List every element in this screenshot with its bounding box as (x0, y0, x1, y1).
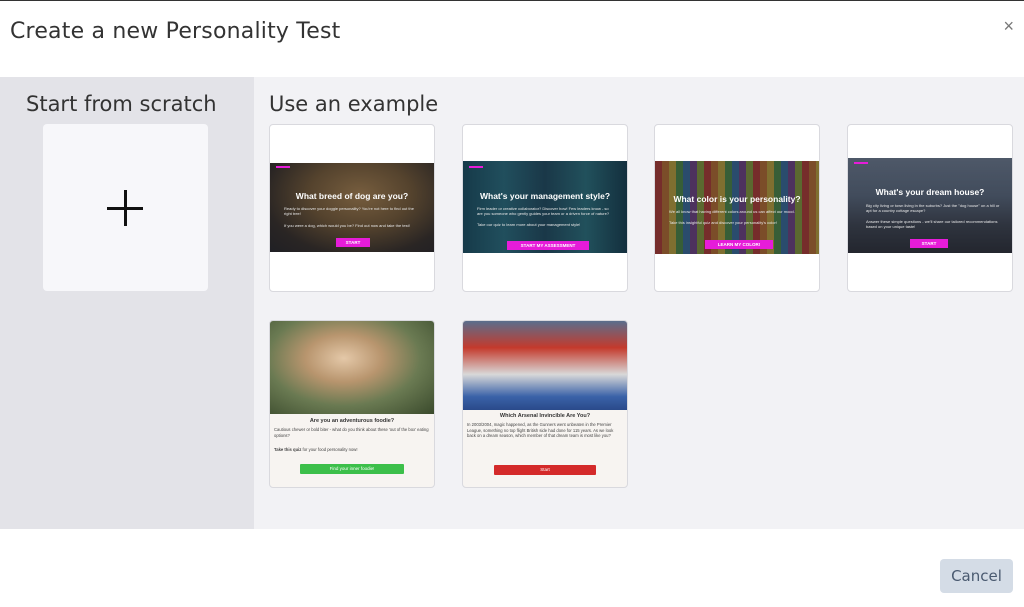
example-start-button: Find your inner foodie! (300, 464, 404, 474)
example-start-button: START (910, 239, 948, 248)
modal-body: Start from scratch Use an example What b… (0, 77, 1024, 529)
accent-bar (854, 162, 868, 164)
example-text: Cautious chewer or bold biter - what do … (274, 427, 429, 438)
plus-icon (107, 190, 143, 226)
example-text-line: Take this quiz for your food personality… (274, 447, 358, 452)
scratch-title: Start from scratch (26, 92, 217, 116)
example-text: Big city living or town living in the su… (866, 203, 1000, 213)
modal-header: Create a new Personality Test × (0, 0, 1024, 77)
accent-bar (276, 166, 290, 168)
example-text: We all know that having different colors… (669, 209, 795, 214)
example-thumbnail: What's your dream house? Big city living… (848, 158, 1012, 253)
example-start-button: Start (494, 465, 596, 475)
example-start-button: START (336, 238, 370, 247)
example-heading: What breed of dog are you? (295, 191, 409, 201)
modal-title: Create a new Personality Test (10, 19, 341, 44)
start-from-scratch-card[interactable] (43, 124, 208, 291)
example-thumbnail: What color is your personality? We all k… (655, 161, 819, 254)
example-text: Ready to discover your doggie personalit… (284, 206, 414, 216)
example-text: Answer these simple questions - we'll sh… (866, 219, 998, 229)
close-icon[interactable]: × (1003, 16, 1014, 36)
example-text: Take this insightful quiz and discover y… (669, 220, 777, 225)
example-thumbnail: What breed of dog are you? Ready to disc… (270, 163, 434, 252)
example-photo (463, 321, 627, 410)
example-card-color-personality[interactable]: What color is your personality? We all k… (654, 124, 820, 292)
example-heading: Are you an adventurous foodie? (309, 418, 395, 424)
example-card-arsenal-invincible[interactable]: Which Arsenal Invincible Are You? In 200… (462, 320, 628, 488)
example-text: In 2003/2004, magic happened, as the Gun… (467, 422, 614, 438)
cancel-button[interactable]: Cancel (940, 559, 1013, 593)
example-card-dog-breed[interactable]: What breed of dog are you? Ready to disc… (269, 124, 435, 292)
example-start-button: LEARN MY COLOR! (705, 240, 773, 249)
example-heading: Which Arsenal Invincible Are You? (499, 413, 591, 419)
accent-bar (469, 166, 483, 168)
example-heading: What's your management style? (479, 191, 611, 201)
example-thumbnail: What's your management style? Firm leade… (463, 161, 627, 253)
example-text: Firm leader or creative collaborator? Di… (477, 206, 610, 216)
example-photo (270, 321, 434, 414)
example-card-management-style[interactable]: What's your management style? Firm leade… (462, 124, 628, 292)
example-start-button: START MY ASSESSMENT (507, 241, 589, 250)
examples-section: Use an example What breed of dog are you… (254, 77, 1024, 529)
example-heading: What color is your personality? (673, 194, 801, 204)
example-heading: What's your dream house? (875, 187, 985, 197)
examples-title: Use an example (269, 92, 439, 116)
example-text: Take our quiz to learn more about your m… (477, 222, 581, 227)
example-card-dream-house[interactable]: What's your dream house? Big city living… (847, 124, 1013, 292)
example-card-adventurous-foodie[interactable]: Are you an adventurous foodie? Cautious … (269, 320, 435, 488)
modal-footer: Cancel (0, 529, 1024, 607)
example-text: If you were a dog, which would you be? F… (284, 223, 410, 228)
scratch-section: Start from scratch (0, 77, 254, 529)
